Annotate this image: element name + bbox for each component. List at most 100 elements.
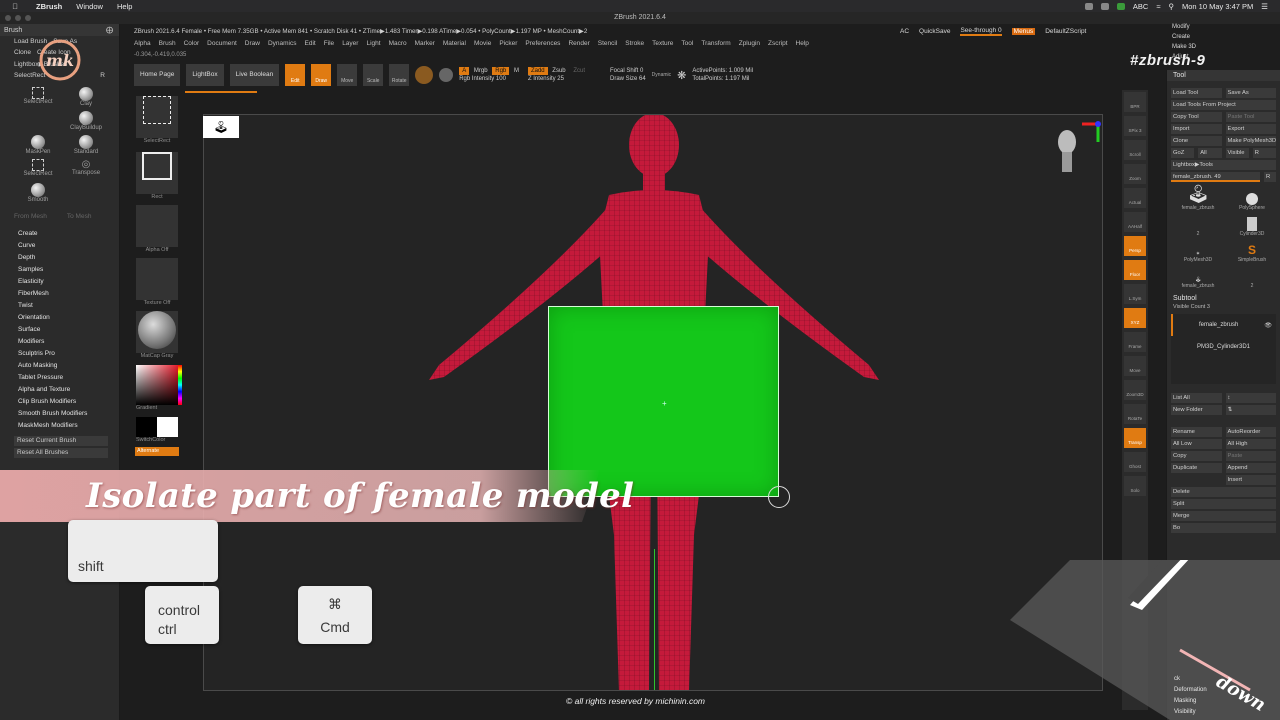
close-palette-icon[interactable]: ⨁ — [106, 26, 113, 34]
menu-layer[interactable]: Layer — [342, 40, 358, 47]
material-tile[interactable] — [136, 311, 178, 353]
eye-icon[interactable]: 👁 — [1264, 322, 1272, 329]
quicksave-button[interactable]: QuickSave — [919, 28, 950, 35]
menu-fibermesh[interactable]: FiberMesh — [0, 288, 120, 300]
copy-subtool-button[interactable]: Copy — [1171, 451, 1222, 461]
move-button[interactable]: Move — [1124, 356, 1146, 376]
menu-maskmesh-modifiers[interactable]: MaskMesh Modifiers — [0, 420, 120, 432]
minimize-window-icon[interactable] — [15, 15, 21, 21]
brush-maskpen[interactable]: MaskPen — [14, 135, 62, 157]
visibility-menu[interactable]: Visibility — [1174, 707, 1207, 718]
subtool-item-female[interactable]: female_zbrush 👁 — [1171, 314, 1276, 336]
default-zscript-button[interactable]: DefaultZScript — [1045, 28, 1086, 35]
perspective-icon[interactable]: ❋ — [677, 69, 686, 82]
ac-button[interactable]: AC — [900, 28, 909, 35]
duplicate-button[interactable]: Duplicate — [1171, 463, 1222, 473]
mac-menu-help[interactable]: Help — [117, 2, 132, 11]
menu-alpha-texture[interactable]: Alpha and Texture — [0, 384, 120, 396]
save-tool-as-button[interactable]: Save As — [1225, 88, 1276, 98]
color-picker[interactable] — [136, 365, 182, 405]
maximize-window-icon[interactable] — [25, 15, 31, 21]
rename-button[interactable]: Rename — [1171, 427, 1222, 437]
paste-tool-button[interactable]: Paste Tool — [1225, 112, 1276, 122]
menu-picker[interactable]: Picker — [499, 40, 517, 47]
menu-transform[interactable]: Transform — [701, 40, 730, 47]
app-status-icon[interactable] — [1116, 2, 1125, 10]
create-item[interactable]: Create — [1172, 32, 1196, 42]
subtool-item-cylinder[interactable]: PM3D_Cylinder3D1 — [1171, 336, 1276, 358]
brush-smooth[interactable]: Smooth — [14, 183, 62, 205]
menu-tablet-pressure[interactable]: Tablet Pressure — [0, 372, 120, 384]
split-button[interactable]: Split — [1171, 499, 1276, 509]
mac-app-menu[interactable]: ZBrush — [36, 2, 62, 11]
home-page-button[interactable]: Home Page — [134, 64, 181, 86]
selection-rectangle[interactable]: + — [548, 306, 779, 497]
load-tool-button[interactable]: Load Tool — [1171, 88, 1222, 98]
alternate-button[interactable]: Alternate — [135, 447, 179, 456]
transp-button[interactable]: Transp — [1124, 428, 1146, 448]
edit-tool-button[interactable]: Edit — [285, 64, 306, 86]
menu-preferences[interactable]: Preferences — [525, 40, 560, 47]
reset-all-brushes-button[interactable]: Reset All Brushes — [14, 448, 108, 458]
tool-thumb-polymesh[interactable]: ✶ PolyMesh3D — [1173, 239, 1223, 263]
menu-auto-masking[interactable]: Auto Masking — [0, 360, 120, 372]
menu-create[interactable]: Create — [0, 228, 120, 240]
draw-tool-button[interactable]: Draw — [311, 64, 332, 86]
live-boolean-button[interactable]: Live Boolean — [229, 64, 280, 86]
wifi-icon[interactable]: ≈ — [1156, 2, 1160, 11]
scale-tool-button[interactable]: Scale — [363, 64, 384, 86]
reset-current-brush-button[interactable]: Reset Current Brush — [14, 436, 108, 446]
brush-clay[interactable]: Clay — [62, 87, 110, 109]
menu-curve[interactable]: Curve — [0, 240, 120, 252]
brush-selectrect[interactable]: SelectRect — [14, 87, 62, 109]
menu-render[interactable]: Render — [568, 40, 589, 47]
menu-tool[interactable]: Tool — [681, 40, 693, 47]
menu-surface[interactable]: Surface — [0, 324, 120, 336]
solo-button[interactable]: Solo — [1124, 476, 1146, 496]
menu-samples[interactable]: Samples — [0, 264, 120, 276]
goz-button[interactable]: GoZ — [1171, 148, 1195, 158]
persp-button[interactable]: Persp — [1124, 236, 1146, 256]
menu-depth[interactable]: Depth — [0, 252, 120, 264]
menu-movie[interactable]: Movie — [474, 40, 491, 47]
zoom3d-button[interactable]: Zoom3D — [1124, 380, 1146, 400]
floor-button[interactable]: Floor — [1124, 260, 1146, 280]
r-button[interactable]: R — [100, 72, 105, 79]
menu-marker[interactable]: Marker — [415, 40, 435, 47]
current-tool-slider[interactable]: female_zbrush. 49 — [1171, 172, 1260, 182]
head-orientation-icon[interactable] — [1056, 128, 1078, 176]
alpha-tile[interactable] — [136, 205, 178, 247]
bpr-button[interactable]: BPR — [1124, 92, 1146, 112]
see-through-slider[interactable]: See-through 0 — [960, 27, 1002, 36]
menu-zscript[interactable]: Zscript — [768, 40, 788, 47]
menu-macro[interactable]: Macro — [389, 40, 407, 47]
menu-alpha[interactable]: Alpha — [134, 40, 151, 47]
clock[interactable]: Mon 10 May 3:47 PM — [1182, 2, 1253, 11]
auto-reorder-button[interactable]: AutoReorder — [1225, 427, 1276, 437]
up-down-arrows-icon[interactable]: ↕ — [1225, 393, 1276, 403]
brush-selectrect-2[interactable]: SelectRect — [14, 159, 62, 181]
focal-shift-slider[interactable]: Focal Shift 0 — [610, 68, 646, 74]
zsub-button[interactable]: Zsub — [549, 67, 568, 75]
rotate-tool-button[interactable]: Rotate — [389, 64, 410, 86]
menu-draw[interactable]: Draw — [245, 40, 260, 47]
zcut-button[interactable]: Zcut — [570, 67, 588, 75]
rgb-intensity-slider[interactable]: Rgb Intensity 100 — [459, 76, 522, 82]
lightbox-tools-button[interactable]: Lightbox▶Tools — [1171, 160, 1276, 170]
delete-button[interactable]: Delete — [1171, 487, 1276, 497]
material-ball-icon[interactable] — [415, 66, 434, 84]
menu-zplugin[interactable]: Zplugin — [739, 40, 760, 47]
input-source[interactable]: ABC — [1133, 2, 1148, 11]
record-icon[interactable] — [1084, 2, 1093, 10]
scroll-button[interactable]: Scroll — [1124, 140, 1146, 160]
tool-menu-partial[interactable]: ck — [1174, 674, 1207, 685]
export-button[interactable]: Export — [1225, 124, 1276, 134]
tool-palette-title[interactable]: Tool — [1167, 70, 1280, 81]
actual-button[interactable]: Actual — [1124, 188, 1146, 208]
menu-texture[interactable]: Texture — [652, 40, 673, 47]
load-tools-project-button[interactable]: Load Tools From Project — [1171, 100, 1276, 110]
rotate-button[interactable]: RotaTe — [1124, 404, 1146, 424]
zadd-button[interactable]: Zadd — [527, 67, 548, 75]
r-tool-button[interactable]: R — [1252, 148, 1276, 158]
menu-orientation[interactable]: Orientation — [0, 312, 120, 324]
